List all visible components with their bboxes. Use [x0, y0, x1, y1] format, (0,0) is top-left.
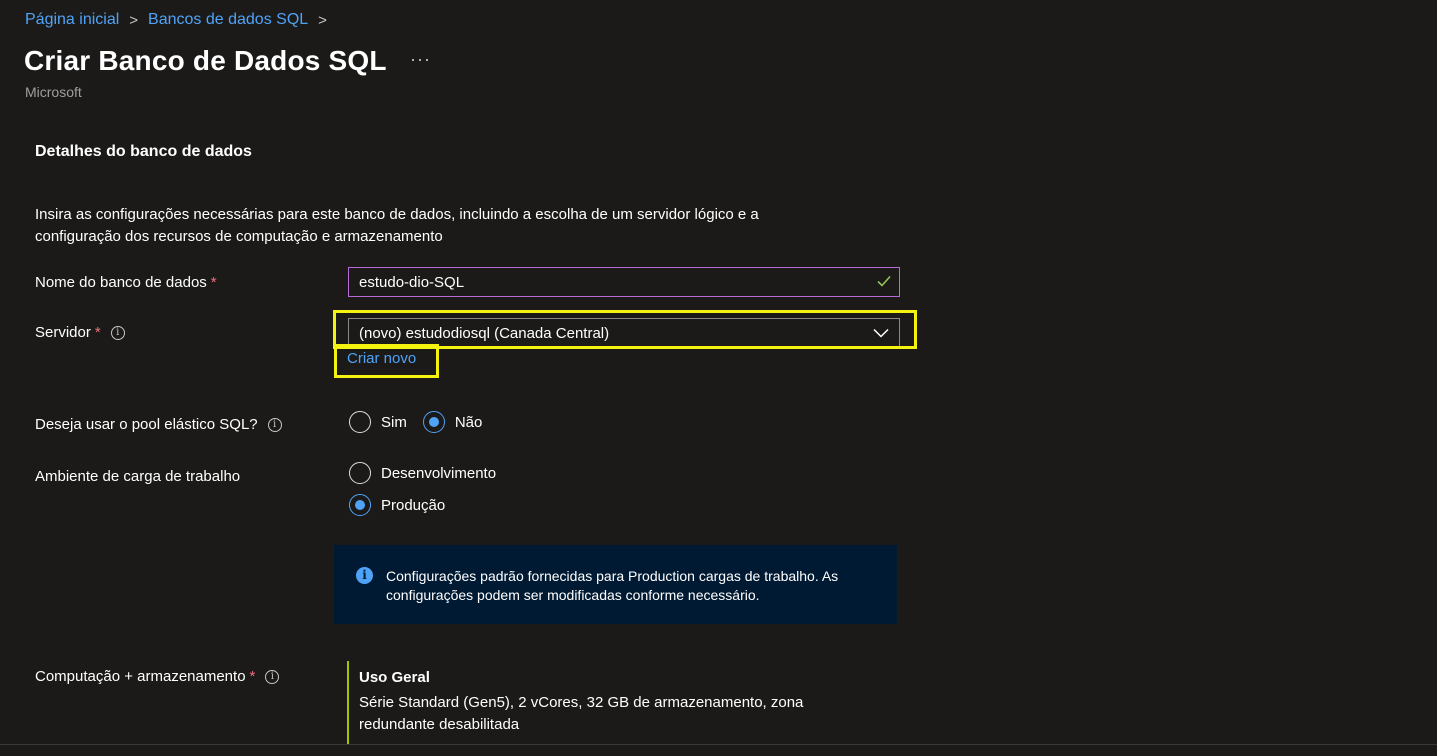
- server-select[interactable]: (novo) estudodiosql (Canada Central): [348, 318, 900, 348]
- compute-summary: Uso Geral Série Standard (Gen5), 2 vCore…: [347, 661, 847, 756]
- section-title: Detalhes do banco de dados: [35, 143, 252, 160]
- breadcrumb-sql-databases[interactable]: Bancos de dados SQL: [148, 11, 308, 29]
- compute-label-text: Computação + armazenamento: [35, 668, 246, 685]
- radio-label: Desenvolvimento: [381, 464, 497, 482]
- info-icon[interactable]: i: [267, 417, 282, 432]
- radio-sim[interactable]: Sim: [349, 411, 407, 433]
- info-banner: i Configurações padrão fornecidas para P…: [334, 545, 897, 624]
- server-label-text: Servidor: [35, 324, 91, 341]
- radio-desenvolvimento[interactable]: Desenvolvimento: [349, 462, 496, 484]
- compute-detail: Série Standard (Gen5), 2 vCores, 32 GB d…: [359, 694, 804, 733]
- compute-label: Computação + armazenamento * i: [35, 668, 280, 685]
- section-description: Insira as configurações necessárias para…: [35, 206, 759, 245]
- workload-label-text: Ambiente de carga de trabalho: [35, 468, 241, 485]
- info-icon: i: [356, 567, 373, 584]
- breadcrumb-separator: >: [129, 11, 139, 29]
- elastic-pool-label: Deseja usar o pool elástico SQL? i: [35, 416, 282, 433]
- elastic-pool-label-text: Deseja usar o pool elástico SQL?: [35, 416, 258, 433]
- check-icon: [877, 275, 891, 287]
- page-subtitle: Microsoft: [25, 84, 82, 100]
- radio-label: Produção: [381, 496, 446, 514]
- database-name-input[interactable]: estudo-dio-SQL: [348, 267, 900, 297]
- info-icon[interactable]: i: [110, 325, 125, 340]
- radio-producao[interactable]: Produção: [349, 494, 445, 516]
- workload-label: Ambiente de carga de trabalho: [35, 468, 240, 485]
- radio-nao[interactable]: Não: [422, 411, 483, 433]
- radio-label: Sim: [381, 413, 407, 431]
- radio-label: Não: [454, 413, 483, 431]
- radio-checked-icon: [422, 411, 445, 433]
- server-label: Servidor * i: [35, 324, 125, 341]
- required-marker: *: [210, 274, 217, 291]
- server-value: (novo) estudodiosql (Canada Central): [359, 324, 610, 342]
- workload-radio-dev: Desenvolvimento: [349, 462, 496, 484]
- more-options-button[interactable]: ···: [410, 49, 431, 70]
- radio-unchecked-icon: [349, 411, 371, 433]
- info-banner-text: Configurações padrão fornecidas para Pro…: [386, 568, 839, 603]
- required-marker: *: [249, 668, 256, 685]
- radio-checked-icon: [349, 494, 371, 516]
- radio-unchecked-icon: [349, 462, 371, 484]
- breadcrumb-separator: >: [318, 11, 327, 29]
- bottom-bar: [0, 744, 1437, 756]
- database-name-label-text: Nome do banco de dados: [35, 274, 207, 291]
- elastic-pool-radio-group: Sim Não: [349, 411, 482, 433]
- info-icon[interactable]: i: [265, 669, 280, 684]
- database-name-label: Nome do banco de dados *: [35, 274, 217, 291]
- breadcrumb: Página inicial > Bancos de dados SQL >: [25, 11, 337, 29]
- create-new-server-link[interactable]: Criar novo: [347, 350, 416, 367]
- compute-tier: Uso Geral: [359, 669, 430, 686]
- page-title: Criar Banco de Dados SQL: [24, 45, 387, 76]
- required-marker: *: [94, 324, 101, 341]
- breadcrumb-home[interactable]: Página inicial: [25, 11, 119, 29]
- create-sql-database-page: Página inicial > Bancos de dados SQL > C…: [0, 0, 1437, 756]
- workload-radio-prod: Produção: [349, 494, 445, 516]
- database-name-value: estudo-dio-SQL: [359, 273, 465, 291]
- chevron-down-icon: [873, 328, 889, 338]
